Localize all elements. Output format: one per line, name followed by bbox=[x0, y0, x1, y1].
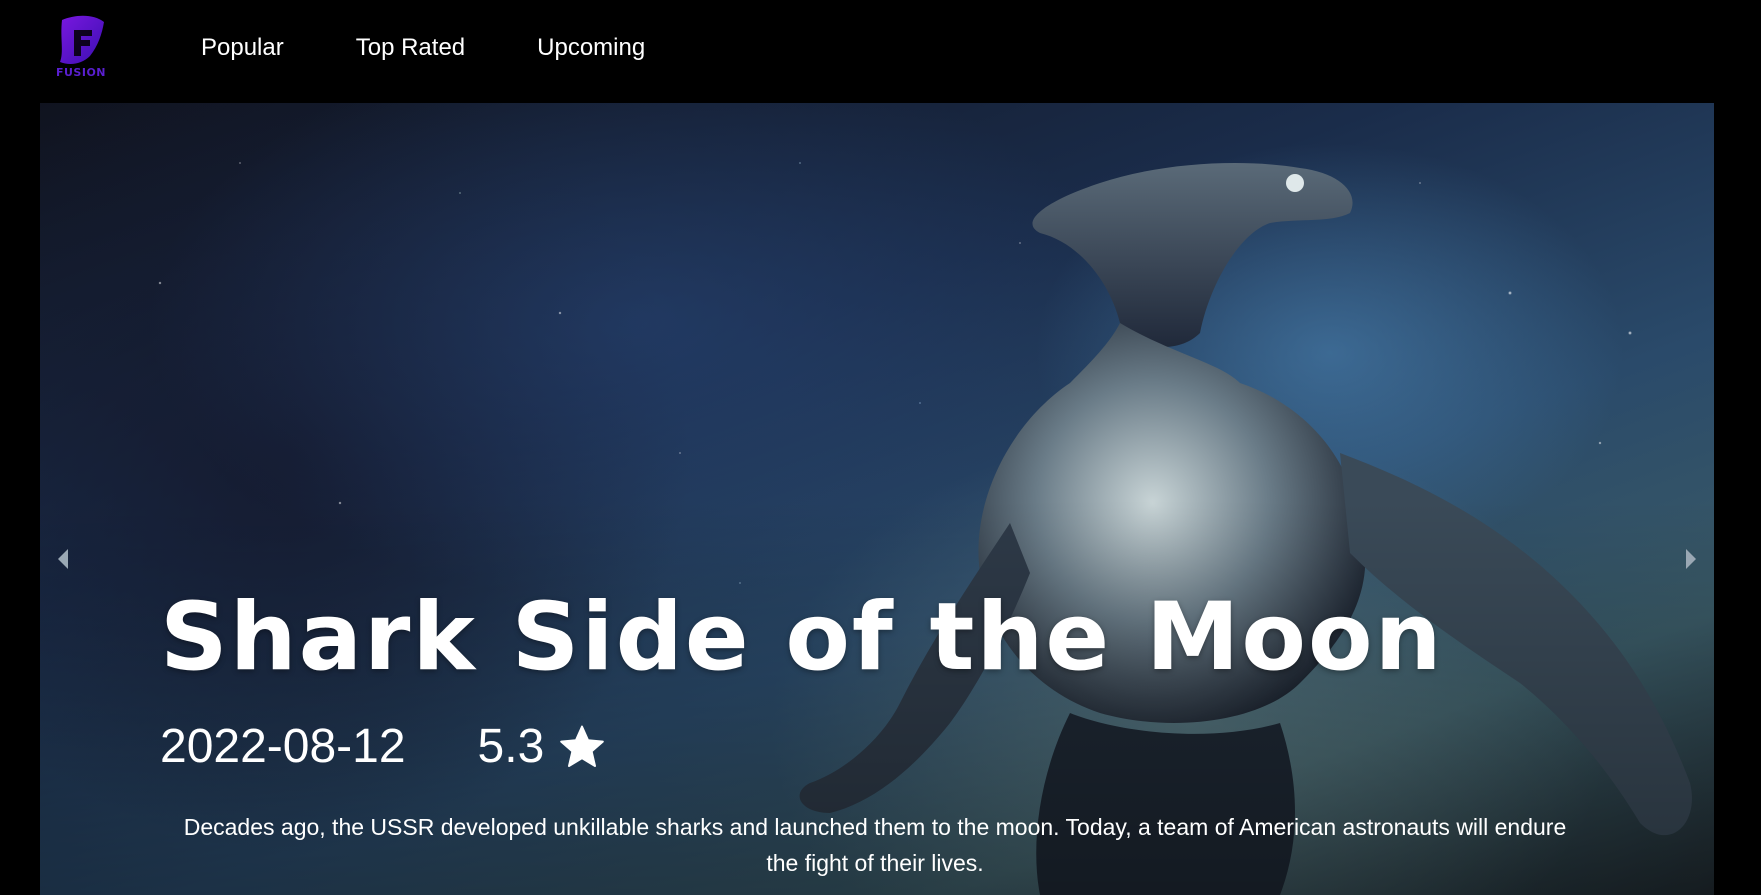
nav-top-rated[interactable]: Top Rated bbox=[356, 34, 465, 62]
movie-meta: 2022-08-12 5.3 bbox=[160, 719, 606, 774]
nav-upcoming[interactable]: Upcoming bbox=[537, 34, 645, 62]
rating: 5.3 bbox=[478, 719, 607, 774]
rating-value: 5.3 bbox=[477, 720, 545, 773]
release-date: 2022-08-12 bbox=[160, 720, 406, 773]
logo-text: FUSION bbox=[55, 66, 107, 79]
carousel-next-button[interactable] bbox=[1676, 539, 1706, 579]
movie-title: Shark Side of the Moon bbox=[160, 583, 1444, 692]
chevron-right-icon bbox=[1686, 549, 1696, 569]
fusion-logo[interactable]: FUSION bbox=[52, 12, 110, 84]
nav-popular[interactable]: Popular bbox=[201, 34, 284, 62]
hero-overlay bbox=[40, 103, 1714, 895]
movie-overview: Decades ago, the USSR developed unkillab… bbox=[183, 814, 1567, 876]
logo-icon bbox=[60, 15, 104, 65]
star-icon bbox=[560, 725, 605, 767]
nav-links: Popular Top Rated Upcoming bbox=[201, 34, 645, 62]
hero-banner: Shark Side of the Moon 2022-08-12 5.3 De… bbox=[40, 103, 1714, 895]
carousel-prev-button[interactable] bbox=[48, 539, 78, 579]
top-navbar: FUSION Popular Top Rated Upcoming bbox=[0, 0, 1761, 103]
chevron-left-icon bbox=[58, 549, 68, 569]
